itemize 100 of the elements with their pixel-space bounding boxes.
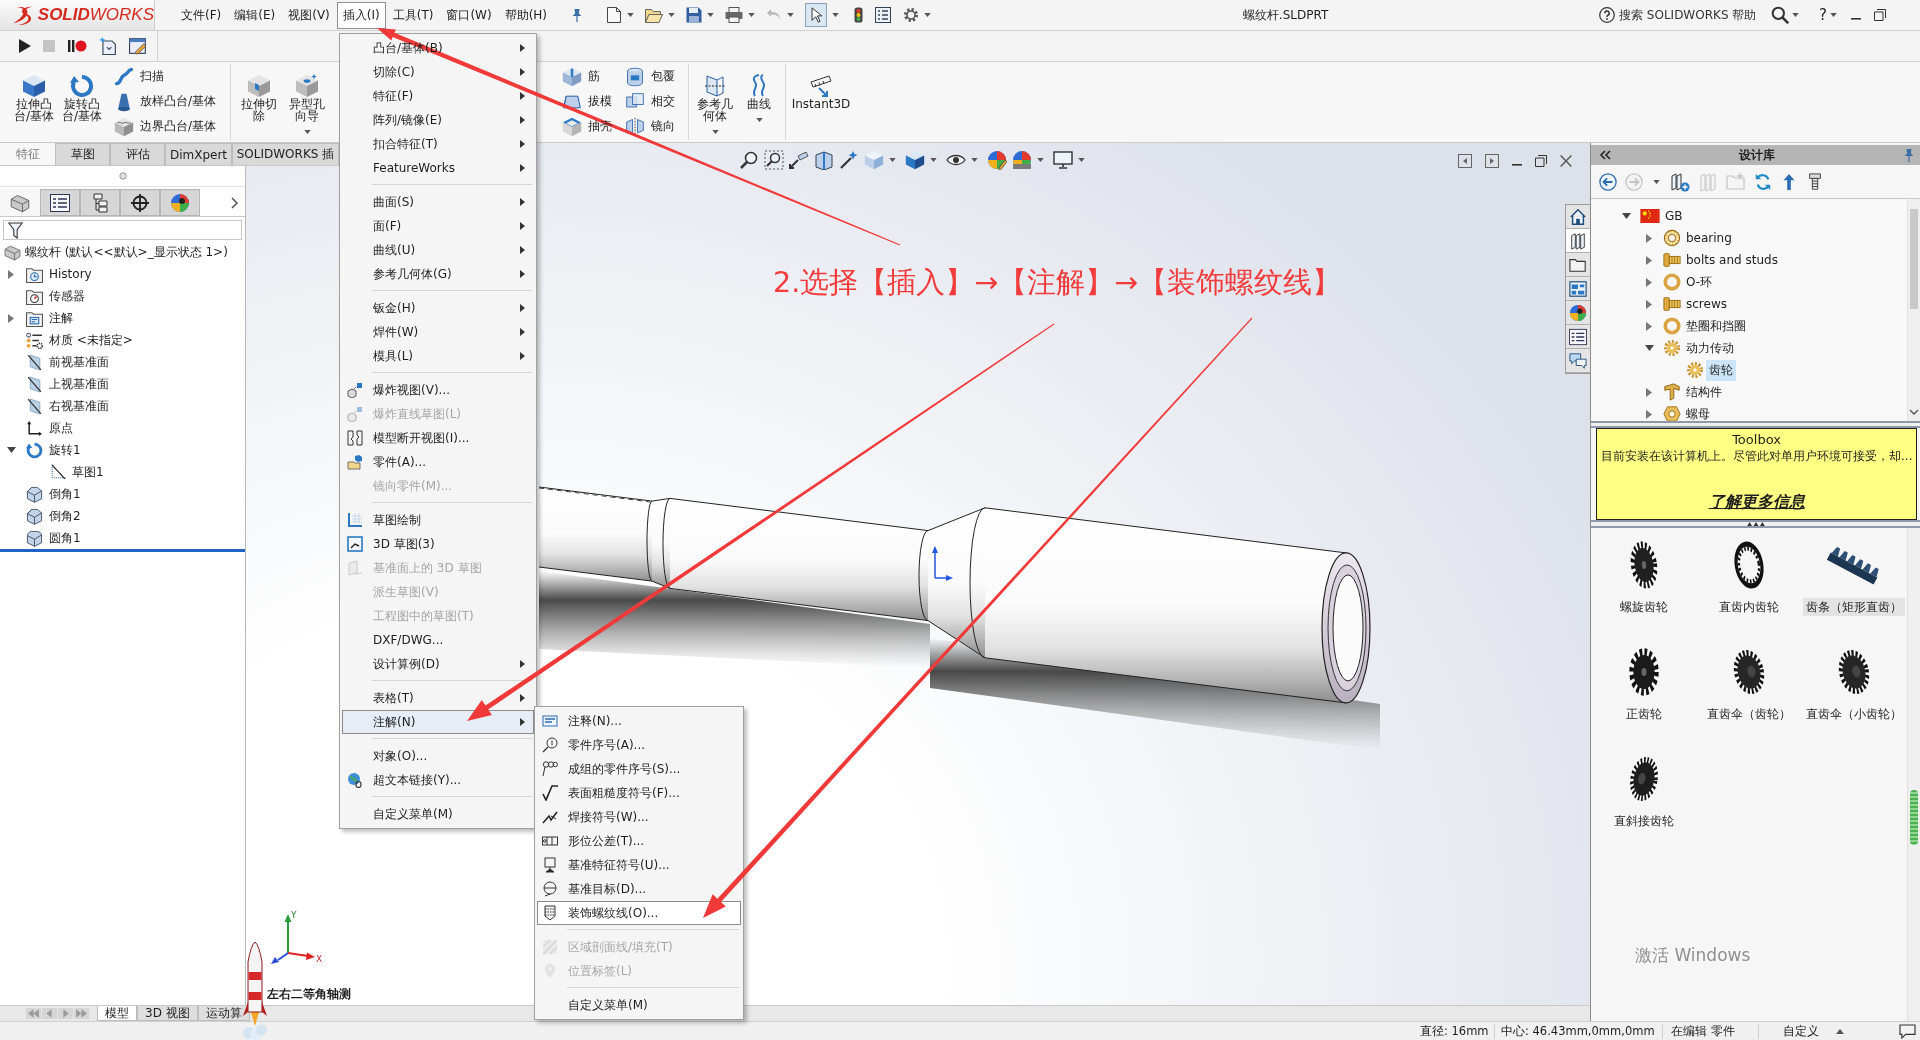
ribbon-tool-button[interactable]: 筋 <box>562 64 613 89</box>
filter-field[interactable] <box>3 220 242 240</box>
library-item[interactable]: bearing <box>1683 229 1735 247</box>
menu-item[interactable]: 扣合特征(T) <box>342 132 534 156</box>
expand-arrow-icon[interactable] <box>8 269 14 279</box>
menu-item[interactable]: 焊件(W) <box>342 320 534 344</box>
color-ball-scene-icon[interactable] <box>1012 150 1032 170</box>
bevel-gear-icon[interactable] <box>1627 754 1660 804</box>
library-item-label[interactable]: 直齿内齿轮 <box>1716 598 1782 616</box>
tile-left-icon[interactable] <box>1458 154 1472 168</box>
expand-arrow-icon[interactable] <box>1646 233 1652 243</box>
pause-record-icon[interactable] <box>67 39 87 53</box>
caret-icon[interactable] <box>889 158 896 162</box>
menu-item[interactable]: 注释(N)... <box>537 709 741 733</box>
caret-icon[interactable] <box>627 13 635 17</box>
taper-section[interactable] <box>918 507 986 659</box>
chevron-right-icon[interactable] <box>231 196 239 209</box>
library-item[interactable]: O-环 <box>1683 271 1716 293</box>
ribbon-tool-button[interactable]: 包覆 <box>625 64 676 89</box>
scrollbar-thumb[interactable] <box>1910 790 1918 845</box>
ribbon-tool-button[interactable]: 参考几何体 <box>693 64 738 134</box>
magnifier-frame-icon[interactable] <box>764 150 784 170</box>
ribbon-tool-button[interactable]: Instant3D <box>790 64 853 110</box>
ring-gear-icon[interactable] <box>1733 540 1765 590</box>
settings-icon[interactable] <box>903 7 920 23</box>
gear-icon[interactable] <box>1627 647 1660 697</box>
menu-item[interactable]: 特征(F) <box>342 84 534 108</box>
library-item[interactable]: 结构件 <box>1683 381 1725 403</box>
menu-item[interactable]: 表格(T) <box>342 686 534 710</box>
menu-item[interactable]: 装饰螺纹线(O)... <box>537 901 741 925</box>
sliced-block-icon[interactable] <box>814 150 834 170</box>
menu-item[interactable]: 文件(F) <box>175 1 228 29</box>
chevron-down-icon[interactable] <box>1909 409 1919 415</box>
tree-item[interactable]: 螺纹杆 (默认<<默认>_显示状态 1>) <box>25 243 228 261</box>
tile-right-icon[interactable] <box>1485 154 1499 168</box>
menu-item[interactable]: 爆炸视图(V)... <box>342 378 534 402</box>
menu-item[interactable]: 工具(T) <box>386 1 440 29</box>
menu-item[interactable]: 切除(C) <box>342 60 534 84</box>
ribbon-tool-button[interactable]: 曲线 <box>737 64 782 122</box>
tree-item[interactable]: 旋转1 <box>49 441 81 459</box>
select-tool-button[interactable] <box>805 3 828 27</box>
menu-item[interactable]: 曲面(S) <box>342 190 534 214</box>
bolt-icon[interactable] <box>1806 172 1824 191</box>
library-item[interactable]: screws <box>1683 295 1730 313</box>
menu-item[interactable]: 钣金(H) <box>342 296 534 320</box>
library-item-label[interactable]: 齿条（矩形直齿） <box>1803 598 1906 616</box>
minimize-icon[interactable] <box>1851 18 1861 20</box>
caret-icon[interactable] <box>1830 13 1837 17</box>
menu-item[interactable]: 阵列/镜像(E) <box>342 108 534 132</box>
tree-item[interactable]: 注解 <box>49 309 73 327</box>
tree-item[interactable]: 前视基准面 <box>49 353 109 371</box>
expand-arrow-icon[interactable] <box>1646 299 1652 309</box>
tree-item[interactable]: 圆角1 <box>49 529 81 547</box>
library-item[interactable]: 齿轮 <box>1706 359 1736 381</box>
open-folder-icon[interactable] <box>645 6 664 24</box>
menu-item[interactable]: 形位公差(T)... <box>537 829 741 853</box>
menu-item[interactable]: DXF/DWG... <box>342 628 534 652</box>
view-tab[interactable]: 运动算 <box>197 1006 250 1021</box>
restore-icon[interactable] <box>1874 9 1886 21</box>
menu-item[interactable]: 超文本链接(Y)... <box>342 768 534 792</box>
ribbon-tool-button[interactable]: 旋转凸台/基体 <box>58 64 106 122</box>
bevel-gear-icon[interactable] <box>1838 647 1871 697</box>
menu-item[interactable]: 设计算例(D) <box>342 652 534 676</box>
collapse-arrow-icon[interactable] <box>1644 345 1654 351</box>
tree-item[interactable]: 原点 <box>49 419 73 437</box>
ribbon-tool-button[interactable]: 放样凸台/基体 <box>114 89 217 114</box>
task-pane-tab[interactable] <box>1566 229 1590 253</box>
help-button[interactable]: ? <box>1819 6 1827 24</box>
bevel-gear-icon[interactable] <box>1733 647 1765 697</box>
menu-item[interactable]: 基准目标(D)... <box>537 877 741 901</box>
pin-icon[interactable] <box>1902 148 1916 162</box>
caret-icon[interactable] <box>1653 179 1660 184</box>
expand-arrow-icon[interactable] <box>1646 255 1652 265</box>
menu-item[interactable]: 帮助(H) <box>498 1 554 29</box>
menu-item[interactable]: 面(F) <box>342 214 534 238</box>
list-panel-icon[interactable] <box>875 7 892 23</box>
menu-item[interactable]: 窗口(W) <box>440 1 498 29</box>
caret-icon[interactable] <box>668 13 676 17</box>
monitor-icon[interactable] <box>1053 150 1073 170</box>
ribbon-tab[interactable]: SOLIDWORKS 插 <box>231 143 339 165</box>
caret-icon[interactable] <box>748 13 756 17</box>
collapse-arrow-icon[interactable] <box>1621 213 1631 219</box>
traffic-light-icon[interactable] <box>854 7 864 23</box>
menu-item[interactable]: 焊接符号(W)... <box>537 805 741 829</box>
grip-dot-icon[interactable] <box>118 172 127 180</box>
printer-icon[interactable] <box>725 6 744 24</box>
status-text[interactable]: 自定义 <box>1758 1023 1828 1039</box>
menu-item[interactable]: 插入(I) <box>336 1 386 29</box>
tree-item[interactable]: 传感器 <box>49 287 85 305</box>
ribbon-tab[interactable]: 评估 <box>110 143 165 165</box>
wand-star-icon[interactable] <box>839 150 859 170</box>
menu-item[interactable]: 表面粗糙度符号(F)... <box>537 781 741 805</box>
library-item[interactable]: 垫圈和挡圈 <box>1683 315 1749 337</box>
expand-arrow-icon[interactable] <box>1646 387 1652 397</box>
speech-bubble-icon[interactable] <box>1899 1023 1916 1039</box>
book-plus-icon[interactable] <box>1670 171 1690 192</box>
scrollbar[interactable] <box>1907 199 1920 421</box>
menu-item[interactable]: 视图(V) <box>282 1 336 29</box>
library-item-label[interactable]: 直斜接齿轮 <box>1610 812 1677 830</box>
document-star-icon[interactable] <box>99 37 117 55</box>
